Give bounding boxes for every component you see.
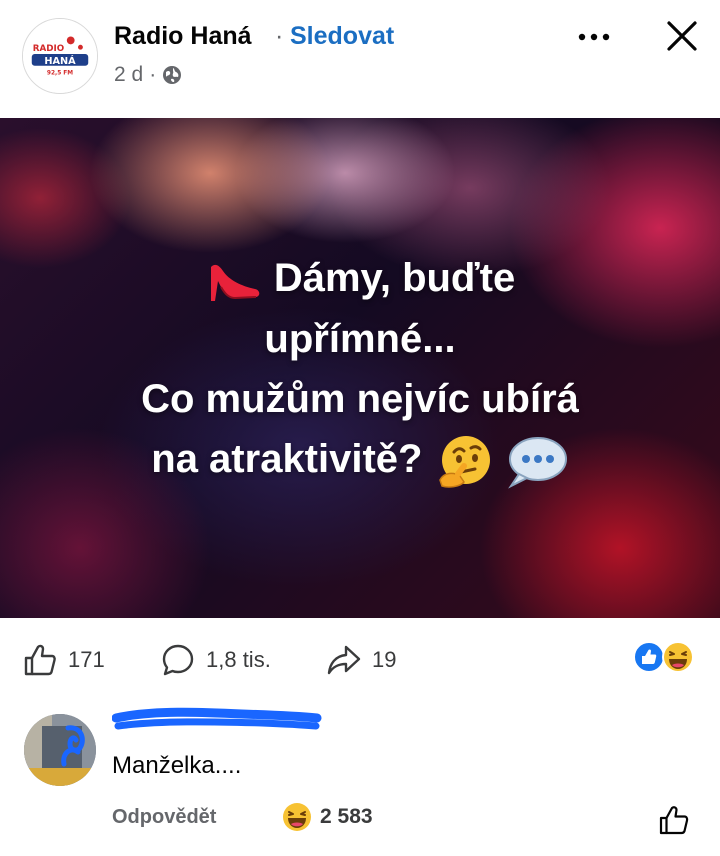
commenter-avatar[interactable] xyxy=(24,714,96,786)
comment-reactions[interactable]: 2 583 xyxy=(282,802,373,832)
reply-button[interactable]: Odpovědět xyxy=(112,806,216,829)
follow-button[interactable]: Sledovat xyxy=(290,22,394,51)
svg-text:RADIO: RADIO xyxy=(33,44,64,54)
thumbs-up-icon xyxy=(24,644,56,676)
haha-reaction-icon xyxy=(662,641,694,673)
time-separator: · xyxy=(149,63,157,86)
comment-button[interactable]: 1,8 tis. xyxy=(160,642,271,678)
avatar-photo xyxy=(24,714,96,786)
like-count: 171 xyxy=(68,647,105,672)
post-header: RADIO HANÁ 92,5 FM Radio Haná · Sledovat… xyxy=(0,0,720,118)
like-reaction-icon xyxy=(633,641,665,673)
post-meta: 2 d · xyxy=(114,63,182,87)
name-separator: · xyxy=(275,22,284,50)
comment-icon xyxy=(162,644,194,676)
high-heel-emoji xyxy=(210,265,260,302)
post-time[interactable]: 2 d xyxy=(114,63,143,87)
post-line-4-text: na atraktivitě? xyxy=(151,437,423,482)
comment-item: Manželka.... Odpovědět 2 583 xyxy=(0,700,720,856)
comment-like-icon[interactable] xyxy=(658,804,690,836)
more-icon[interactable] xyxy=(574,20,614,54)
svg-text:92,5 FM: 92,5 FM xyxy=(47,71,73,77)
post-line-3: Co mužům nejvíc ubírá xyxy=(141,377,579,422)
post-line-1: Dámy, buďte xyxy=(0,248,720,309)
comment-reaction-count: 2 583 xyxy=(320,805,373,828)
post-stats-bar: 171 1,8 tis. 19 xyxy=(0,618,720,704)
post-text: Dámy, buďte upřímné... Co mužům nejvíc u… xyxy=(0,248,720,492)
comment-text: Manželka.... xyxy=(112,752,242,779)
commenter-name-redacted[interactable] xyxy=(112,704,322,734)
thinking-face-emoji xyxy=(438,435,490,488)
post-line-2: upřímné... xyxy=(264,317,456,362)
svg-text:HANÁ: HANÁ xyxy=(44,54,76,67)
like-button[interactable]: 171 xyxy=(22,642,105,678)
haha-reaction-icon xyxy=(283,803,311,831)
share-button[interactable]: 19 xyxy=(326,642,396,678)
globe-icon xyxy=(163,66,182,84)
post-line-4: na atraktivitě? xyxy=(0,429,720,491)
post-line-1-text: Dámy, buďte xyxy=(273,256,516,300)
post-image[interactable]: Dámy, buďte upřímné... Co mužům nejvíc u… xyxy=(0,118,720,618)
radio-hana-logo: RADIO HANÁ 92,5 FM xyxy=(23,19,97,93)
comment-count: 1,8 tis. xyxy=(206,647,271,672)
page-avatar[interactable]: RADIO HANÁ 92,5 FM xyxy=(22,18,98,94)
reaction-summary[interactable] xyxy=(633,640,695,674)
speech-bubble-emoji xyxy=(507,436,567,489)
share-count: 19 xyxy=(372,647,397,672)
close-icon[interactable] xyxy=(662,16,702,56)
share-icon xyxy=(327,645,361,675)
page-name[interactable]: Radio Haná xyxy=(114,22,252,51)
